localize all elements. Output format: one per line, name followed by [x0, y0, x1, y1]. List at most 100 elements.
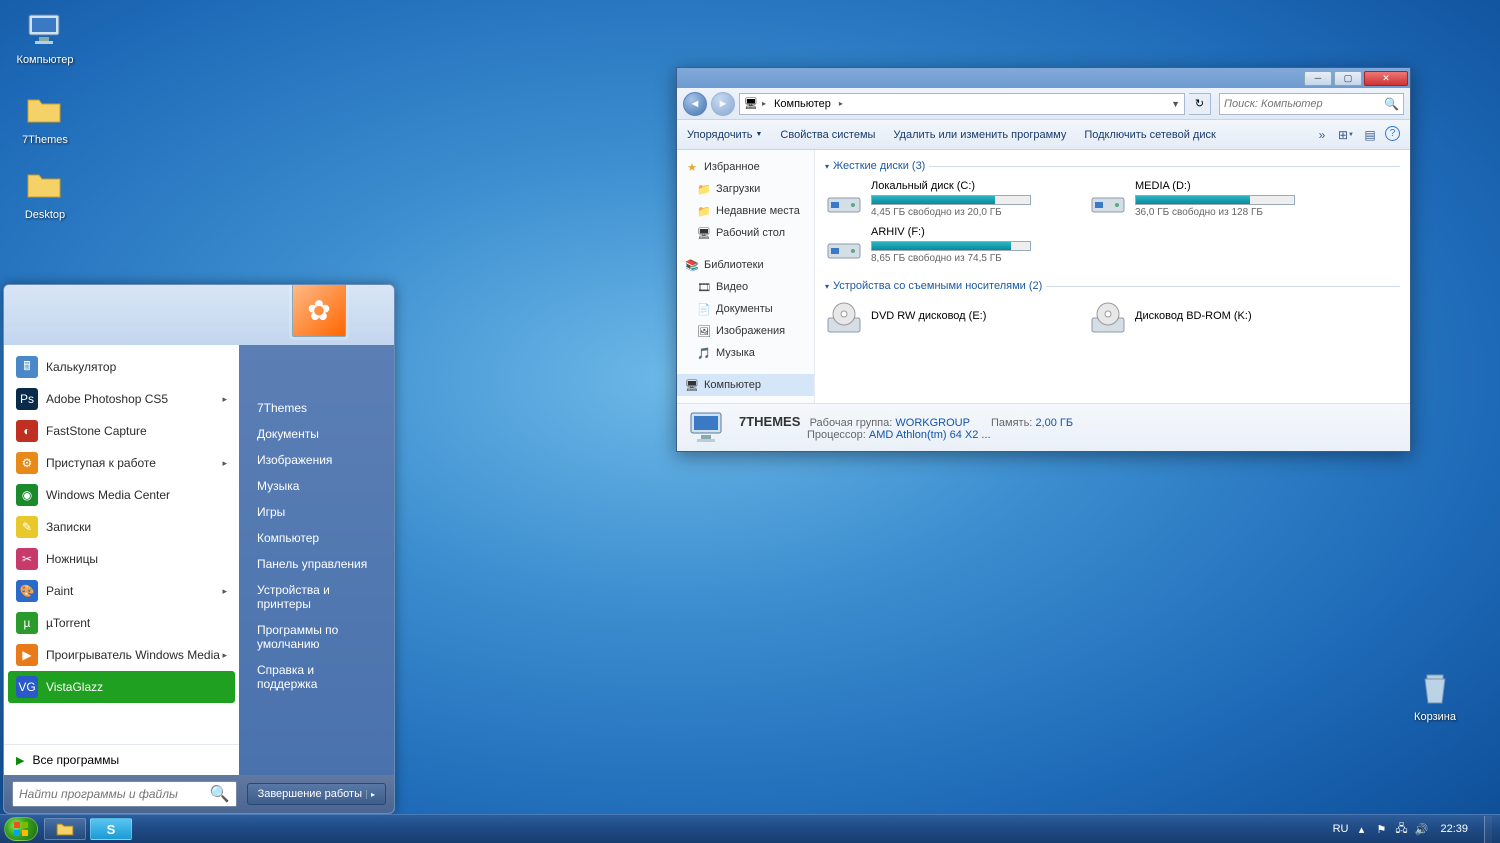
- start-program-paint[interactable]: 🎨Paint▸: [8, 575, 235, 607]
- drive-free-text: 36,0 ГБ свободно из 128 ГБ: [1135, 207, 1329, 218]
- refresh-button[interactable]: ↻: [1189, 93, 1211, 115]
- sidebar-item-desktop[interactable]: 🖥Рабочий стол: [677, 222, 814, 244]
- explorer-search[interactable]: 🔍: [1219, 93, 1404, 115]
- volume-icon[interactable]: 🔊: [1414, 822, 1428, 836]
- close-button[interactable]: ✕: [1364, 71, 1408, 86]
- shutdown-button[interactable]: Завершение работы ▸: [247, 783, 386, 805]
- start-program-wmc[interactable]: ◉ Windows Media Center: [8, 479, 235, 511]
- chevron-right-icon: ▸: [222, 458, 227, 469]
- program-label: Adobe Photoshop CS5: [46, 392, 168, 406]
- sidebar-libraries[interactable]: 📚Библиотеки: [677, 254, 814, 276]
- chevron-down-icon[interactable]: ▼: [1171, 99, 1180, 109]
- map-drive-button[interactable]: Подключить сетевой диск: [1084, 129, 1215, 141]
- optical-drive-1[interactable]: Дисковод BD-ROM (K:): [1089, 300, 1329, 338]
- sidebar-item-music[interactable]: 🎵Музыка: [677, 342, 814, 364]
- minimize-button[interactable]: ─: [1304, 71, 1332, 86]
- drive-0[interactable]: Локальный диск (C:)4,45 ГБ свободно из 2…: [825, 180, 1065, 218]
- breadcrumb-segment[interactable]: Компьютер: [770, 98, 835, 110]
- view-options-icon[interactable]: ⊞▼: [1337, 126, 1355, 144]
- explorer-window: ─ ▢ ✕ ◄ ► 🖥 ▸ Компьютер ▸ ▼ ↻ 🔍 Упорядоч…: [676, 67, 1411, 452]
- taskbar-skype-button[interactable]: S: [90, 818, 132, 840]
- start-program-wmp[interactable]: ▶Проигрыватель Windows Media▸: [8, 639, 235, 671]
- program-icon: VG: [16, 676, 38, 698]
- start-place-1[interactable]: Документы: [239, 421, 394, 447]
- program-label: Windows Media Center: [46, 488, 170, 502]
- language-indicator[interactable]: RU: [1333, 823, 1349, 835]
- start-search[interactable]: 🔍: [12, 781, 237, 807]
- sidebar-item-downloads[interactable]: 📁Загрузки: [677, 178, 814, 200]
- drive-name: Локальный диск (C:): [871, 180, 1065, 192]
- clock[interactable]: 22:39: [1440, 823, 1468, 835]
- chevron-right-icon: ▸: [839, 99, 843, 108]
- disc-icon: [1089, 300, 1127, 338]
- start-menu-header: ✿: [4, 285, 394, 345]
- start-place-2[interactable]: Изображения: [239, 447, 394, 473]
- drive-free-text: 8,65 ГБ свободно из 74,5 ГБ: [871, 253, 1065, 264]
- start-place-4[interactable]: Игры: [239, 499, 394, 525]
- network-icon[interactable]: 🖧: [1394, 822, 1408, 836]
- sidebar-item-documents[interactable]: 📄Документы: [677, 298, 814, 320]
- start-program-ps[interactable]: PsAdobe Photoshop CS5▸: [8, 383, 235, 415]
- desktop-icon-desktop[interactable]: Desktop: [10, 165, 80, 221]
- taskbar: S RU ▴ ⚑ 🖧 🔊 22:39: [0, 814, 1500, 843]
- all-programs[interactable]: ▶ Все программы: [4, 744, 239, 775]
- program-label: Проигрыватель Windows Media: [46, 648, 220, 662]
- start-place-6[interactable]: Панель управления: [239, 551, 394, 577]
- organize-menu[interactable]: Упорядочить ▼: [687, 129, 762, 141]
- folder-icon: 📁: [697, 204, 711, 218]
- start-program-sticky[interactable]: ✎Записки: [8, 511, 235, 543]
- start-program-utorrent[interactable]: µµTorrent: [8, 607, 235, 639]
- sidebar-item-video[interactable]: 🎞Видео: [677, 276, 814, 298]
- sidebar-computer[interactable]: 🖥Компьютер: [677, 374, 814, 396]
- sidebar-item-recent[interactable]: 📁Недавние места: [677, 200, 814, 222]
- group-header-removable[interactable]: ▾ Устройства со съемными носителями (2): [825, 276, 1400, 296]
- chevron-right-icon: ▸: [222, 650, 227, 661]
- drive-2[interactable]: ARHIV (F:)8,65 ГБ свободно из 74,5 ГБ: [825, 226, 1065, 264]
- explorer-search-input[interactable]: [1224, 98, 1384, 110]
- computer-icon: 🖥: [744, 97, 758, 110]
- help-icon[interactable]: ?: [1385, 126, 1400, 141]
- program-label: VistaGlazz: [46, 680, 103, 694]
- drive-1[interactable]: MEDIA (D:)36,0 ГБ свободно из 128 ГБ: [1089, 180, 1329, 218]
- start-program-calc[interactable]: 🖩 Калькулятор: [8, 351, 235, 383]
- start-program-snip[interactable]: ✂Ножницы: [8, 543, 235, 575]
- action-center-icon[interactable]: ⚑: [1374, 822, 1388, 836]
- more-menu-icon[interactable]: »: [1313, 126, 1331, 144]
- nav-forward-button[interactable]: ►: [711, 92, 735, 116]
- start-place-3[interactable]: Музыка: [239, 473, 394, 499]
- nav-back-button[interactable]: ◄: [683, 92, 707, 116]
- program-icon: 🖩: [16, 356, 38, 378]
- desktop-icon-recycle[interactable]: Корзина: [1400, 667, 1470, 723]
- optical-drive-0[interactable]: DVD RW дисковод (E:): [825, 300, 1065, 338]
- uninstall-button[interactable]: Удалить или изменить программу: [893, 129, 1066, 141]
- start-button[interactable]: [4, 817, 38, 841]
- tray-up-icon[interactable]: ▴: [1354, 822, 1368, 836]
- start-program-vglazz[interactable]: VG VistaGlazz: [8, 671, 235, 703]
- program-icon: ◉: [16, 484, 38, 506]
- start-place-0[interactable]: 7Themes: [239, 395, 394, 421]
- program-label: Записки: [46, 520, 91, 534]
- start-place-7[interactable]: Устройства и принтеры: [239, 577, 394, 617]
- sidebar-favorites[interactable]: ★Избранное: [677, 156, 814, 178]
- shutdown-label: Завершение работы: [258, 788, 362, 800]
- start-program-getting[interactable]: ⚙Приступая к работе▸: [8, 447, 235, 479]
- program-label: Калькулятор: [46, 360, 116, 374]
- group-header-hdd[interactable]: ▾ Жесткие диски (3): [825, 156, 1400, 176]
- preview-pane-icon[interactable]: ▤: [1361, 126, 1379, 144]
- taskbar-explorer-button[interactable]: [44, 818, 86, 840]
- show-desktop-button[interactable]: [1484, 816, 1492, 843]
- desktop-icon-label: 7Themes: [10, 134, 80, 146]
- start-program-fscap[interactable]: ◐FastStone Capture: [8, 415, 235, 447]
- window-titlebar[interactable]: ─ ▢ ✕: [677, 68, 1410, 88]
- start-place-5[interactable]: Компьютер: [239, 525, 394, 551]
- start-place-8[interactable]: Программы по умолчанию: [239, 617, 394, 657]
- user-avatar[interactable]: ✿: [292, 284, 346, 337]
- sidebar-item-pictures[interactable]: 🖼Изображения: [677, 320, 814, 342]
- address-bar[interactable]: 🖥 ▸ Компьютер ▸ ▼: [739, 93, 1185, 115]
- desktop-icon-computer[interactable]: Компьютер: [10, 10, 80, 66]
- desktop-icon-7themes[interactable]: 7Themes: [10, 90, 80, 146]
- maximize-button[interactable]: ▢: [1334, 71, 1362, 86]
- start-search-input[interactable]: [19, 787, 210, 801]
- start-place-9[interactable]: Справка и поддержка: [239, 657, 394, 697]
- system-properties-button[interactable]: Свойства системы: [780, 129, 875, 141]
